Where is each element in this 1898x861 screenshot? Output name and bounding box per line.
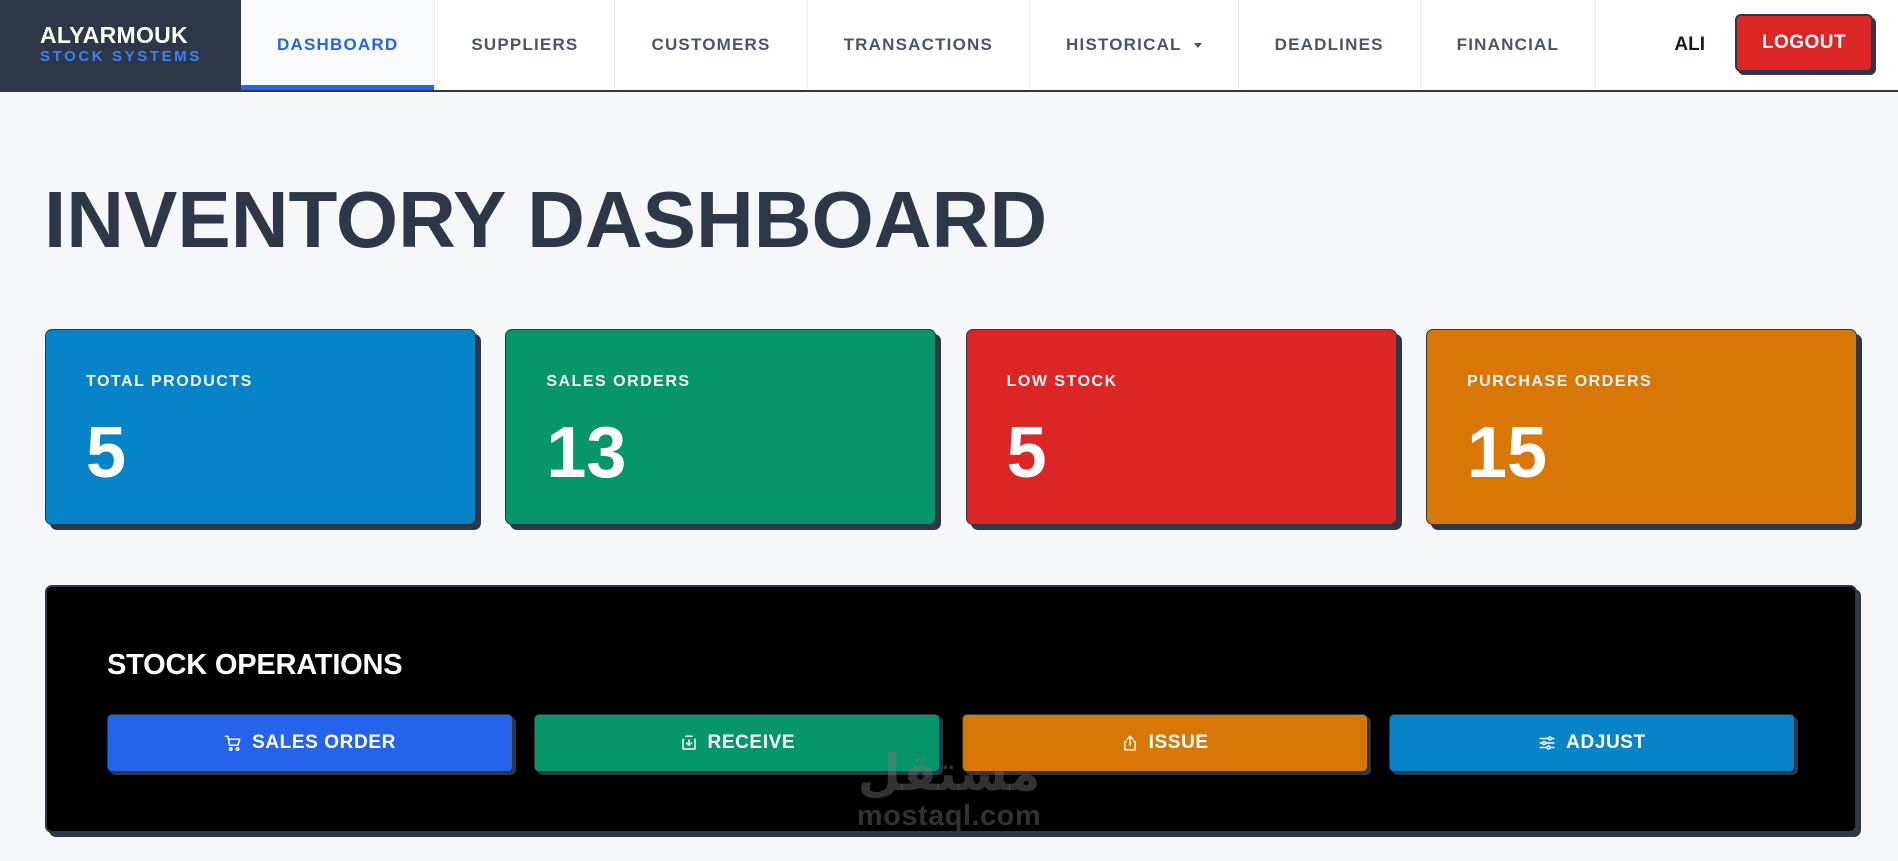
stat-card-purchase-orders: PURCHASE ORDERS 15 [1425,329,1857,525]
receive-button[interactable]: RECEIVE [534,714,941,772]
stat-card-sales-orders: SALES ORDERS 13 [505,329,937,525]
sales-order-button[interactable]: SALES ORDER [107,714,513,772]
brand-subtitle: STOCK SYSTEMS [40,48,202,65]
nav-item-suppliers[interactable]: SUPPLIERS [435,0,616,90]
button-label: ADJUST [1566,732,1646,753]
stat-card-low-stock: LOW STOCK 5 [965,329,1397,525]
stat-label: PURCHASE ORDERS [1466,373,1653,390]
user-name: ALI [1674,34,1705,55]
top-navbar: ALYARMOUK STOCK SYSTEMS DASHBOARD SUPPLI… [0,0,1898,92]
logout-button[interactable]: LOGOUT [1735,14,1873,72]
button-label: SALES ORDER [252,732,396,753]
page-title: INVENTORY DASHBOARD [44,175,1048,264]
stat-value: 5 [1006,413,1047,493]
stock-operations-buttons: SALES ORDER RECEIVE ISSUE ADJUST [107,714,1795,772]
brand-logo[interactable]: ALYARMOUK STOCK SYSTEMS [0,0,241,92]
stat-value: 5 [86,413,127,493]
nav-item-dashboard[interactable]: DASHBOARD [241,0,436,90]
cart-icon [224,734,242,752]
inbox-download-icon [680,734,698,752]
nav-item-label: SUPPLIERS [471,35,579,54]
nav-item-label: DASHBOARD [277,35,399,54]
nav-item-label: TRANSACTIONS [843,35,994,54]
user-area: ALI LOGOUT [1674,0,1898,90]
nav-item-historical[interactable]: HISTORICAL [1030,0,1239,90]
button-label: RECEIVE [707,732,796,753]
adjust-button[interactable]: ADJUST [1388,714,1795,772]
sliders-icon [1538,734,1556,752]
nav-item-label: DEADLINES [1274,35,1384,54]
share-upload-icon [1121,734,1139,752]
stat-card-total-products: TOTAL PRODUCTS 5 [45,329,476,525]
main-nav: DASHBOARD SUPPLIERS CUSTOMERS TRANSACTIO… [241,0,1597,90]
nav-item-label: HISTORICAL [1066,35,1182,54]
stat-label: SALES ORDERS [546,373,691,390]
nav-item-customers[interactable]: CUSTOMERS [615,0,808,90]
nav-item-label: CUSTOMERS [651,35,771,54]
nav-item-financial[interactable]: FINANCIAL [1421,0,1597,90]
issue-button[interactable]: ISSUE [961,714,1368,772]
stat-label: TOTAL PRODUCTS [86,373,253,390]
stat-value: 13 [546,413,627,493]
brand-name: ALYARMOUK [40,22,188,48]
stat-value: 15 [1466,413,1548,493]
stat-label: LOW STOCK [1006,373,1118,390]
nav-item-deadlines[interactable]: DEADLINES [1239,0,1421,90]
nav-item-label: FINANCIAL [1456,35,1560,54]
stock-operations-panel: STOCK OPERATIONS SALES ORDER RECEIVE ISS… [45,585,1857,833]
nav-item-transactions[interactable]: TRANSACTIONS [808,0,1031,90]
stats-cards: TOTAL PRODUCTS 5 SALES ORDERS 13 LOW STO… [45,329,1857,525]
caret-down-icon [1193,42,1202,48]
stock-operations-title: STOCK OPERATIONS [107,649,403,681]
button-label: ISSUE [1148,732,1209,753]
